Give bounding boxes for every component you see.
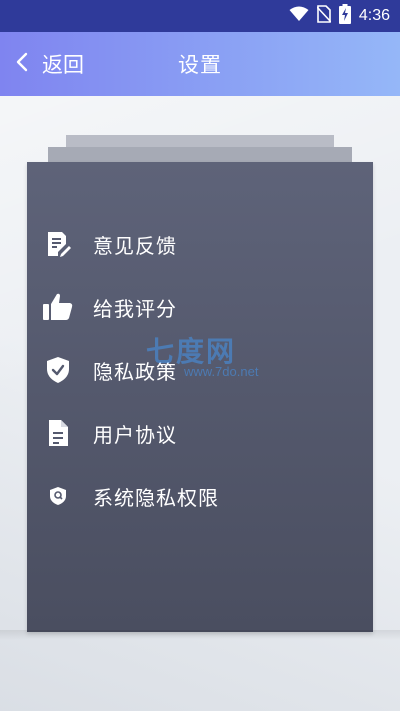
- chevron-left-icon: [16, 52, 28, 76]
- battery-charging-icon: [338, 4, 351, 28]
- menu-label-rate: 给我评分: [93, 296, 177, 321]
- shield-search-icon: [41, 479, 75, 513]
- no-sim-icon: [316, 5, 332, 27]
- menu-label-feedback: 意见反馈: [93, 233, 177, 258]
- bottom-shadow: [0, 630, 400, 640]
- menu-item-rate[interactable]: 给我评分: [27, 283, 373, 331]
- menu-label-privacy-policy: 隐私政策: [93, 359, 177, 384]
- menu-item-user-agreement[interactable]: 用户协议: [27, 409, 373, 457]
- wifi-icon: [289, 6, 309, 26]
- document-icon: [41, 416, 75, 450]
- feedback-icon: [41, 227, 75, 261]
- menu-label-user-agreement: 用户协议: [93, 422, 177, 447]
- menu-item-system-privacy[interactable]: 系统隐私权限: [27, 472, 373, 520]
- thumbs-up-icon: [41, 290, 75, 324]
- status-time: 4:36: [358, 7, 390, 24]
- menu-item-feedback[interactable]: 意见反馈: [27, 220, 373, 268]
- status-icons: 4:36: [289, 4, 390, 28]
- settings-card: 意见反馈 给我评分 隐私政策 用户协议 系统隐私权限: [27, 162, 373, 632]
- back-label: 返回: [42, 53, 84, 77]
- app-header: 设置 返回: [0, 32, 400, 96]
- status-bar: 4:36: [0, 0, 400, 32]
- back-button[interactable]: 返回: [16, 32, 84, 96]
- menu-item-privacy-policy[interactable]: 隐私政策: [27, 346, 373, 394]
- menu-label-system-privacy: 系统隐私权限: [93, 485, 219, 510]
- shield-check-icon: [41, 353, 75, 387]
